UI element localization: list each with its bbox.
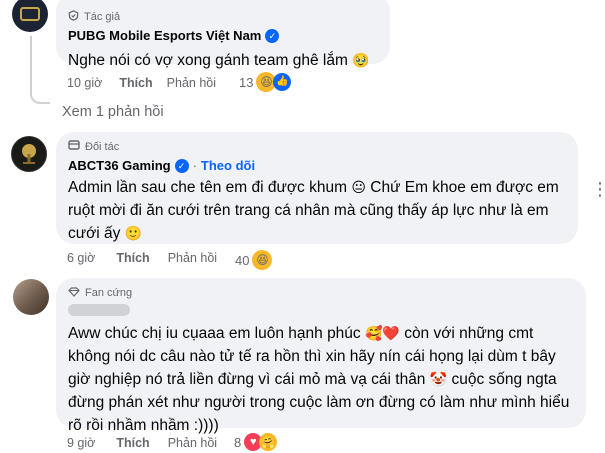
verified-badge-icon: ✓ (265, 28, 280, 43)
comment-text-part: Admin lần sau che tên em đi được khum (68, 179, 348, 196)
reaction-count: 13 (239, 74, 254, 90)
love-heart-emoji: 🥰❤️ (365, 325, 400, 341)
reaction-summary[interactable]: 8 ♥ 🤗 (234, 433, 278, 451)
comment-timestamp[interactable]: 10 giờ (67, 76, 102, 90)
reply-button[interactable]: Phản hồi (168, 251, 217, 265)
verified-badge-icon: ✓ (174, 158, 189, 173)
reply-button[interactable]: Phản hồi (168, 436, 217, 450)
author-avatar-fan[interactable] (13, 279, 49, 315)
smiling-face-emoji: 🙂 (124, 225, 143, 241)
partner-icon (68, 140, 80, 154)
reply-thread-line (30, 36, 50, 104)
comment-actions: 10 giờ Thích Phản hồi (67, 76, 216, 90)
tree-logo-icon (12, 137, 46, 171)
diamond-icon (68, 286, 80, 300)
hidden-author-name[interactable] (68, 304, 130, 316)
comment-bubble-abct36: Đối tác ABCT36 Gaming ✓ · Theo dõi Admin… (56, 132, 578, 244)
profile-photo (13, 279, 49, 315)
partner-badge: Đối tác (68, 140, 566, 154)
author-badge: Tác giả (68, 10, 378, 24)
comment-text: Nghe nói có vợ xong gánh team ghê lắm 🥹 (68, 49, 378, 72)
fan-badge-label: Fan cứng (85, 287, 133, 299)
reaction-count: 40 (235, 252, 250, 268)
pubg-logo-icon (12, 0, 48, 32)
comment-actions: 6 giờ Thích Phản hồi (67, 251, 217, 265)
comment-timestamp[interactable]: 9 giờ (67, 436, 95, 450)
comment-timestamp[interactable]: 6 giờ (67, 251, 95, 265)
author-avatar-abct36[interactable] (11, 136, 47, 172)
like-button[interactable]: Thích (116, 251, 149, 265)
like-emoji-icon: 👍 (273, 73, 292, 91)
fan-badge: Fan cứng (68, 286, 574, 300)
comment-bubble-fan: Fan cứng Aww chúc chị iu cụaaa em luôn h… (56, 278, 586, 434)
reaction-summary[interactable]: 13 😆 👍 (239, 72, 292, 92)
clown-face-emoji: 🤡 (429, 371, 448, 387)
author-badge-label: Tác giả (84, 11, 121, 23)
comment-actions: 9 giờ Thích Phản hồi (67, 436, 217, 450)
author-shield-icon (68, 10, 79, 24)
comment-text-content: Nghe nói có vợ xong gánh team ghê lắm (68, 52, 348, 69)
comment-text-part: Aww chúc chị iu cụaaa em luôn hạnh phúc (68, 325, 361, 342)
comment-bubble-pubg: Tác giả PUBG Mobile Esports Việt Nam ✓ N… (56, 0, 390, 69)
care-emoji-icon: 🤗 (259, 433, 278, 451)
more-options-icon[interactable]: ⋮ (591, 180, 605, 198)
comment-text: Admin lần sau che tên em đi được khum 😐 … (68, 176, 568, 245)
comment-author-name[interactable]: ABCT36 Gaming (68, 158, 171, 173)
comment-author-name[interactable]: PUBG Mobile Esports Việt Nam (68, 28, 261, 43)
follow-button[interactable]: Theo dõi (201, 158, 255, 173)
reaction-count: 8 (234, 434, 242, 450)
pleading-face-emoji: 🥹 (352, 52, 370, 68)
haha-emoji-icon: 😆 (252, 250, 273, 270)
author-avatar-pubg[interactable] (12, 0, 48, 32)
partner-badge-label: Đối tác (85, 141, 120, 153)
comment-text: Aww chúc chị iu cụaaa em luôn hạnh phúc … (68, 322, 578, 437)
like-button[interactable]: Thích (116, 436, 149, 450)
separator-dot: · (192, 158, 197, 173)
view-replies-link[interactable]: Xem 1 phản hồi (62, 104, 164, 120)
like-button[interactable]: Thích (119, 76, 152, 90)
reaction-summary[interactable]: 40 😆 (235, 250, 273, 270)
reply-button[interactable]: Phản hồi (167, 76, 216, 90)
neutral-face-emoji: 😐 (351, 179, 366, 195)
